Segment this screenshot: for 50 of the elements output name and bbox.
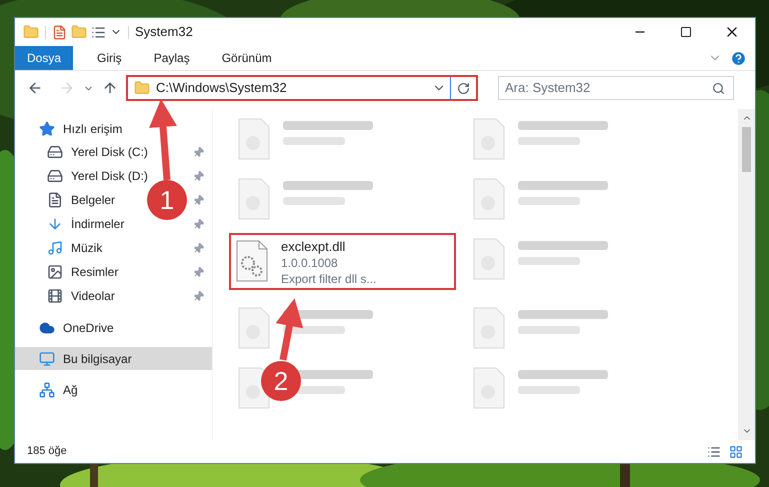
status-count: 185 öğe — [27, 444, 67, 460]
sidebar-item[interactable]: Müzik — [71, 239, 102, 257]
view-icon[interactable] — [91, 24, 106, 40]
search-field[interactable]: Ara: System32 — [498, 76, 734, 100]
ribbon-tab[interactable]: Paylaş — [142, 46, 202, 70]
search-input[interactable]: Ara: System32 — [499, 78, 712, 98]
sidebar-icon — [47, 192, 63, 208]
file-detail: 1.0.0.1008 — [281, 255, 339, 271]
annotation-arrow — [276, 298, 304, 361]
sidebar-item[interactable]: Ağ — [15, 378, 212, 401]
sidebar-item[interactable]: Belgeler — [71, 191, 116, 209]
sidebar-item[interactable]: Yerel Disk (D:) — [71, 167, 148, 185]
sidebar-icon — [39, 382, 55, 398]
scrollbar[interactable] — [738, 109, 755, 440]
sidebar-item[interactable]: Bu bilgisayar — [15, 347, 212, 370]
refresh-icon[interactable] — [457, 82, 470, 94]
sidebar-icon — [47, 264, 63, 280]
sidebar-icon — [39, 120, 55, 136]
window-title: System32 — [135, 23, 193, 42]
ribbon-tab[interactable]: Görünüm — [210, 46, 284, 70]
sidebar-icon — [47, 216, 63, 232]
back-icon[interactable] — [27, 80, 43, 96]
search-icon — [712, 82, 725, 94]
large-icons-view-icon[interactable] — [729, 444, 743, 458]
file-item[interactable]: exclexpt.dll 1.0.0.1008 Export filter dll s... — [229, 233, 456, 290]
sidebar-item[interactable]: Yerel Disk (C:) — [71, 143, 148, 161]
scroll-thumb[interactable] — [742, 127, 751, 172]
sidebar-icon — [39, 350, 55, 366]
sidebar-icon — [39, 320, 55, 336]
sidebar-item[interactable]: Hızlı erişim — [15, 117, 212, 140]
sidebar-icon — [47, 168, 63, 184]
folder-icon — [134, 80, 150, 96]
details-view-icon[interactable] — [707, 444, 721, 458]
file-detail: Export filter dll s... — [281, 271, 376, 287]
maximize-icon — [680, 26, 692, 38]
sidebar-item[interactable]: OneDrive — [15, 316, 212, 339]
ribbon-tab[interactable]: Dosya — [15, 46, 74, 70]
sidebar-icon — [47, 144, 63, 160]
ribbon-tab[interactable]: Giriş — [85, 46, 134, 70]
help-icon[interactable] — [730, 50, 747, 66]
file-name: exclexpt.dll — [281, 239, 346, 255]
sidebar-icon — [47, 240, 63, 256]
sidebar-item[interactable]: Videolar — [71, 287, 115, 305]
address-field[interactable]: C:\Windows\System32 — [126, 75, 478, 101]
address-path: C:\Windows\System32 — [156, 79, 287, 98]
file-gear-icon — [235, 239, 269, 283]
sidebar-item[interactable]: İndirmeler — [71, 215, 124, 233]
up-icon[interactable] — [102, 80, 118, 96]
sidebar-item[interactable]: Resimler — [71, 263, 118, 281]
sidebar-icon — [47, 288, 63, 304]
